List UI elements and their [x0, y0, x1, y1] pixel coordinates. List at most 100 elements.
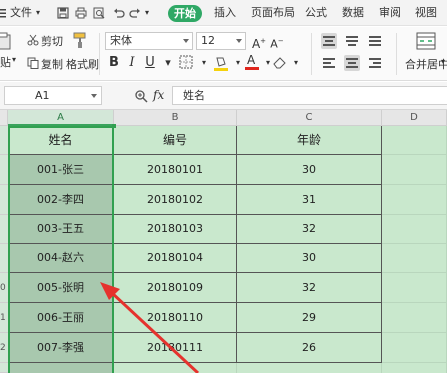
- name-box[interactable]: A1: [4, 86, 102, 105]
- row-header[interactable]: [0, 363, 8, 373]
- empty-cell[interactable]: [237, 363, 382, 373]
- empty-cell[interactable]: [382, 244, 447, 273]
- column-header-a[interactable]: A: [8, 110, 114, 126]
- align-bottom-icon[interactable]: [367, 33, 383, 49]
- italic-icon[interactable]: I: [124, 55, 140, 71]
- table-header-cell[interactable]: 姓名: [8, 126, 114, 155]
- table-cell[interactable]: 002-李四: [8, 185, 114, 215]
- save-icon[interactable]: [57, 7, 69, 19]
- row-header[interactable]: [0, 244, 8, 273]
- table-cell[interactable]: 20180104: [114, 244, 237, 273]
- fill-handle[interactable]: [112, 124, 116, 128]
- row-header[interactable]: [0, 185, 8, 215]
- table-cell[interactable]: 001-张三: [8, 155, 114, 185]
- underline-icon[interactable]: U: [142, 55, 158, 71]
- table-cell[interactable]: 006-王丽: [8, 303, 114, 333]
- fill-color-icon[interactable]: [213, 55, 229, 71]
- font-name-select[interactable]: 宋体: [105, 32, 193, 50]
- print-preview-icon[interactable]: [93, 7, 105, 19]
- empty-cell[interactable]: [382, 363, 447, 373]
- tab-insert[interactable]: 插入: [214, 0, 236, 26]
- redo-icon[interactable]: [129, 7, 141, 19]
- table-cell[interactable]: 20180102: [114, 185, 237, 215]
- paste-chevron-icon[interactable]: ▾: [12, 55, 16, 64]
- tab-home[interactable]: 开始: [168, 5, 202, 22]
- merge-center-icon[interactable]: [416, 31, 436, 51]
- row-header[interactable]: [0, 155, 8, 185]
- table-header-cell[interactable]: 年龄: [237, 126, 382, 155]
- table-cell[interactable]: 30: [237, 244, 382, 273]
- empty-cell[interactable]: [382, 273, 447, 303]
- chevron-down-icon[interactable]: ▾: [36, 0, 40, 26]
- empty-cell[interactable]: [382, 215, 447, 244]
- menu-file[interactable]: 文件: [10, 0, 32, 26]
- table-cell[interactable]: 20180103: [114, 215, 237, 244]
- tab-review[interactable]: 审阅: [379, 0, 401, 26]
- align-right-icon[interactable]: [367, 55, 383, 71]
- table-cell[interactable]: 003-王五: [8, 215, 114, 244]
- table-cell[interactable]: 20180109: [114, 273, 237, 303]
- corner-select-all[interactable]: [0, 110, 8, 126]
- empty-cell[interactable]: [114, 363, 237, 373]
- table-cell[interactable]: [8, 363, 114, 373]
- row-header[interactable]: [0, 126, 8, 155]
- underline-chevron-icon[interactable]: ▾: [160, 55, 176, 71]
- row-header[interactable]: 1: [0, 303, 8, 333]
- decrease-font-size-icon[interactable]: A−: [269, 33, 285, 51]
- merge-chevron-icon[interactable]: ▾: [441, 57, 445, 66]
- customize-chevron-icon[interactable]: ▾: [145, 0, 149, 26]
- clear-format-icon[interactable]: [272, 55, 288, 71]
- menu-icon[interactable]: [0, 0, 8, 26]
- format-painter-button[interactable]: 格式刷: [66, 56, 99, 72]
- empty-cell[interactable]: [382, 303, 447, 333]
- table-cell[interactable]: 32: [237, 273, 382, 303]
- tab-view[interactable]: 视图: [415, 0, 437, 26]
- column-header-c[interactable]: C: [237, 110, 382, 126]
- table-cell[interactable]: 007-李强: [8, 333, 114, 363]
- empty-cell[interactable]: [382, 126, 447, 155]
- table-cell[interactable]: 29: [237, 303, 382, 333]
- font-color-icon[interactable]: A: [244, 53, 260, 70]
- align-center-icon[interactable]: [344, 55, 360, 71]
- table-cell[interactable]: 32: [237, 215, 382, 244]
- fx-icon[interactable]: fx: [153, 86, 164, 105]
- table-cell[interactable]: 20180110: [114, 303, 237, 333]
- paste-icon[interactable]: [0, 31, 14, 51]
- format-painter-icon[interactable]: [72, 31, 88, 49]
- tab-formulas[interactable]: 公式: [305, 0, 327, 26]
- empty-cell[interactable]: [382, 185, 447, 215]
- clear-format-chevron-icon[interactable]: ▾: [288, 55, 304, 71]
- cut-icon[interactable]: [27, 34, 39, 46]
- formula-input[interactable]: 姓名: [172, 86, 447, 105]
- table-cell[interactable]: 30: [237, 155, 382, 185]
- table-header-cell[interactable]: 编号: [114, 126, 237, 155]
- table-cell[interactable]: 004-赵六: [8, 244, 114, 273]
- paste-button[interactable]: 贴: [0, 54, 11, 70]
- undo-icon[interactable]: [113, 7, 125, 19]
- tab-data[interactable]: 数据: [342, 0, 364, 26]
- table-cell[interactable]: 31: [237, 185, 382, 215]
- align-middle-icon[interactable]: [344, 33, 360, 49]
- copy-button[interactable]: 复制: [41, 56, 63, 72]
- row-header[interactable]: [0, 215, 8, 244]
- bold-icon[interactable]: B: [106, 55, 122, 71]
- border-icon[interactable]: [178, 55, 194, 71]
- empty-cell[interactable]: [382, 155, 447, 185]
- copy-icon[interactable]: [27, 57, 39, 69]
- table-cell[interactable]: 005-张明: [8, 273, 114, 303]
- print-icon[interactable]: [75, 7, 87, 19]
- table-cell[interactable]: 20180101: [114, 155, 237, 185]
- table-cell[interactable]: 26: [237, 333, 382, 363]
- font-size-select[interactable]: 12: [196, 32, 246, 50]
- border-chevron-icon[interactable]: ▾: [196, 55, 212, 71]
- cut-button[interactable]: 剪切: [41, 33, 63, 49]
- row-header[interactable]: 2: [0, 333, 8, 363]
- zoom-icon[interactable]: [134, 89, 148, 103]
- tab-page-layout[interactable]: 页面布局: [251, 0, 295, 26]
- increase-font-size-icon[interactable]: A+: [251, 33, 267, 51]
- align-top-icon[interactable]: [321, 33, 337, 49]
- row-header[interactable]: 0: [0, 273, 8, 303]
- column-header-d[interactable]: D: [382, 110, 447, 126]
- table-cell[interactable]: 20180111: [114, 333, 237, 363]
- align-left-icon[interactable]: [321, 55, 337, 71]
